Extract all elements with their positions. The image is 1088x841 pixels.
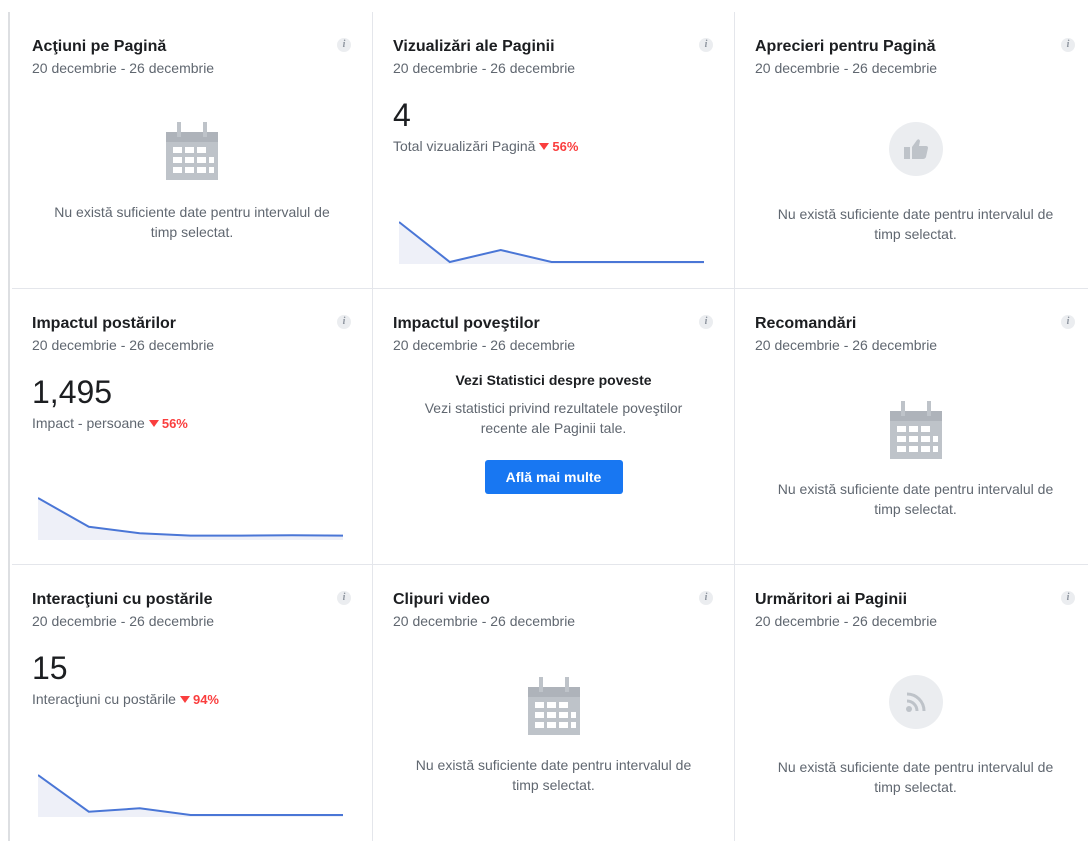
info-icon[interactable]: i: [699, 591, 713, 605]
empty-state: Nu există suficiente date pentru interva…: [12, 120, 372, 242]
card-page-likes[interactable]: Aprecieri pentru Pagină 20 decembrie - 2…: [735, 12, 1088, 289]
card-date-range: 20 decembrie - 26 decembrie: [755, 337, 938, 353]
card-recommendations[interactable]: Recomandări 20 decembrie - 26 decembrie …: [735, 289, 1088, 565]
metric-value: 1,495: [32, 374, 113, 410]
card-title: Acţiuni pe Pagină: [32, 38, 167, 55]
rss-feed-icon: [888, 675, 943, 729]
info-icon[interactable]: i: [699, 315, 713, 329]
insights-grid: Acţiuni pe Pagină 20 decembrie - 26 dece…: [12, 12, 1088, 841]
card-post-engagement[interactable]: Interacţiuni cu postările 20 decembrie -…: [12, 565, 373, 841]
card-date-range: 20 decembrie - 26 decembrie: [393, 613, 576, 629]
calendar-icon: [889, 401, 942, 459]
metric-label: Total vizualizări Pagină: [393, 138, 536, 154]
left-divider: [8, 12, 10, 841]
calendar-icon: [166, 122, 218, 180]
trend-sparkline: [399, 221, 704, 264]
trend-sparkline: [38, 774, 343, 817]
card-page-actions[interactable]: Acţiuni pe Pagină 20 decembrie - 26 dece…: [12, 12, 373, 289]
sparkline-area: [38, 498, 343, 540]
card-stories-reach[interactable]: Impactul poveştilor 20 decembrie - 26 de…: [373, 289, 735, 565]
sparkline-area: [38, 775, 343, 817]
card-title: Recomandări: [755, 315, 857, 332]
metric-delta: 56%: [552, 139, 579, 154]
story-description: Vezi statistici privind rezultatele pove…: [424, 400, 683, 436]
card-title: Impactul poveştilor: [393, 315, 540, 332]
card-date-range: 20 decembrie - 26 decembrie: [393, 60, 576, 76]
card-title: Impactul postărilor: [32, 315, 177, 332]
card-date-range: 20 decembrie - 26 decembrie: [755, 60, 938, 76]
card-title: Interacţiuni cu postările: [32, 591, 213, 608]
metric-delta: 94%: [192, 692, 219, 707]
card-title: Vizualizări ale Paginii: [393, 38, 555, 55]
learn-more-button[interactable]: Află mai multe: [484, 460, 623, 494]
card-videos[interactable]: Clipuri video 20 decembrie - 26 decembri…: [373, 565, 735, 841]
down-arrow-icon: [539, 143, 550, 151]
card-title: Aprecieri pentru Pagină: [755, 38, 936, 55]
trend-sparkline: [38, 497, 343, 540]
story-heading: Vezi Statistici despre poveste: [455, 372, 652, 388]
metric-label: Impact - persoane: [32, 415, 145, 431]
info-icon[interactable]: i: [337, 315, 351, 329]
info-icon[interactable]: i: [337, 38, 351, 52]
card-date-range: 20 decembrie - 26 decembrie: [755, 613, 938, 629]
card-date-range: 20 decembrie - 26 decembrie: [393, 337, 576, 353]
info-icon[interactable]: i: [1061, 315, 1075, 329]
down-arrow-icon: [179, 696, 190, 704]
card-date-range: 20 decembrie - 26 decembrie: [32, 613, 215, 629]
empty-state: Nu există suficiente date pentru interva…: [735, 122, 1088, 244]
empty-state: Nu există suficiente date pentru interva…: [735, 399, 1088, 519]
card-date-range: 20 decembrie - 26 decembrie: [32, 337, 215, 353]
empty-message: Nu există suficiente date pentru interva…: [777, 759, 1054, 795]
info-icon[interactable]: i: [1061, 38, 1075, 52]
metric-value: 4: [393, 97, 411, 133]
info-icon[interactable]: i: [1061, 591, 1075, 605]
empty-message: Nu există suficiente date pentru interva…: [415, 757, 692, 793]
down-arrow-icon: [148, 420, 159, 428]
metric-value: 15: [32, 650, 68, 686]
calendar-icon: [527, 677, 580, 735]
sparkline-line: [38, 774, 343, 816]
card-page-followers[interactable]: Urmăritori ai Paginii 20 decembrie - 26 …: [735, 565, 1088, 841]
metric-row: Interacţiuni cu postările 94%: [32, 690, 352, 709]
card-post-reach[interactable]: Impactul postărilor 20 decembrie - 26 de…: [12, 289, 373, 565]
card-title: Urmăritori ai Paginii: [755, 591, 908, 608]
metric-row: Impact - persoane 56%: [32, 414, 352, 433]
thumbs-up-icon: [888, 122, 943, 176]
card-date-range: 20 decembrie - 26 decembrie: [32, 60, 215, 76]
card-page-views[interactable]: Vizualizări ale Paginii 20 decembrie - 2…: [373, 12, 735, 289]
card-title: Clipuri video: [393, 591, 490, 608]
empty-message: Nu există suficiente date pentru interva…: [777, 481, 1054, 517]
info-icon[interactable]: i: [699, 38, 713, 52]
empty-state: Nu există suficiente date pentru interva…: [735, 675, 1088, 797]
empty-state: Nu există suficiente date pentru interva…: [373, 675, 734, 795]
metric-label: Interacţiuni cu postările: [32, 691, 176, 707]
empty-message: Nu există suficiente date pentru interva…: [54, 204, 330, 240]
info-icon[interactable]: i: [337, 591, 351, 605]
empty-message: Nu există suficiente date pentru interva…: [777, 206, 1054, 242]
metric-delta: 56%: [161, 416, 188, 431]
sparkline-line: [399, 221, 704, 264]
metric-row: Total vizualizări Pagină 56%: [393, 137, 714, 156]
